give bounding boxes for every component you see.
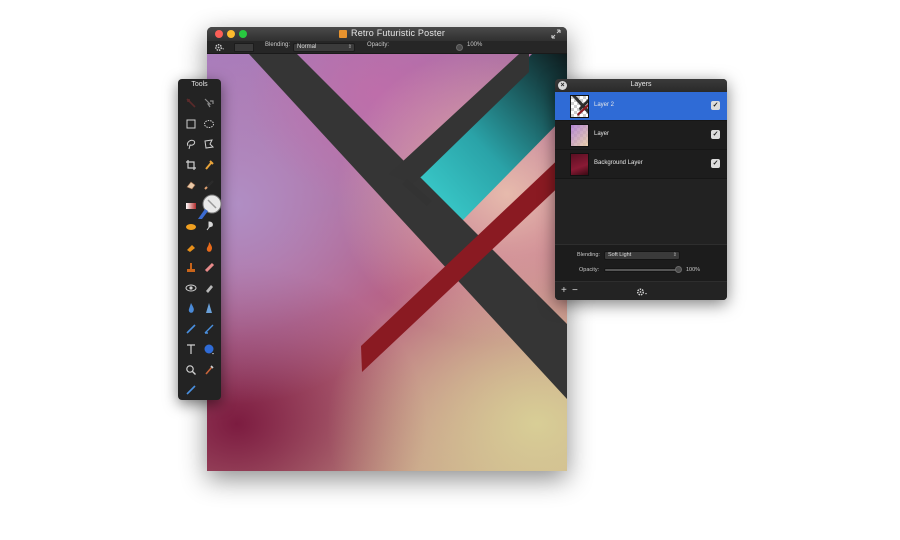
tools-panel: Tools [178,79,221,400]
pen-icon[interactable] [203,322,215,334]
arrange-icon[interactable] [203,96,215,108]
hand-icon-glyph [205,364,214,375]
layer-opacity-label: Opacity: [579,267,600,273]
select-arrows-icon: ⇕ [347,44,352,50]
layer-blending-select[interactable]: Soft Light ⇕ [604,251,680,260]
layer-opacity-knob[interactable] [675,266,682,273]
burn-icon-glyph [206,241,213,252]
shape-icon-glyph [204,344,214,355]
eyedropper-icon[interactable] [203,158,215,170]
zoom-icon-glyph [186,364,196,375]
visibility-checkbox[interactable]: ✓ [711,159,720,168]
rectangle-select-icon-glyph [186,119,196,128]
sponge-icon-glyph [206,303,212,313]
text-icon[interactable] [185,342,197,354]
paint-bucket-icon-glyph [187,244,195,252]
blending-label: Blending: [265,42,291,48]
remove-layer-button[interactable]: − [572,286,578,296]
layer-name: Layer [594,131,610,137]
title-bar[interactable]: Retro Futuristic Poster [207,27,567,41]
heal-icon-glyph [204,262,215,273]
opacity-label: Opacity: [367,42,390,48]
tool-options-bar: Blending: Normal ⇕ Opacity: 100% [207,41,567,54]
eyedropper-icon-glyph [205,159,214,170]
layers-panel: × Layers Layer 2 ✓ Layer ✓ Background La… [555,79,727,300]
layer-row[interactable]: Layer ✓ [555,121,727,150]
crop-icon[interactable] [185,158,197,170]
zoom-window-button[interactable] [239,30,247,38]
line-icon-glyph [186,323,196,334]
arrange-icon-glyph [204,98,214,108]
blending-select-value: Normal [297,44,317,50]
clone-stamp-icon[interactable] [185,260,197,272]
visibility-checkbox[interactable]: ✓ [711,101,720,110]
layer-opacity-slider[interactable] [604,268,681,272]
add-layer-button[interactable]: + [561,286,567,296]
brush-cursor-icon [198,194,222,219]
line-icon[interactable] [185,322,197,334]
layer-properties: Blending: Soft Light ⇕ Opacity: 100% [555,244,727,281]
layers-list-empty-area [555,179,727,244]
ellipse-select-icon-glyph [204,119,214,128]
layer-opacity-value: 100% [686,267,701,273]
lasso-select-icon-glyph [187,139,196,150]
document-icon [339,30,347,38]
layer-thumbnail [570,153,589,176]
burn-icon[interactable] [203,240,215,252]
sponge-icon[interactable] [203,301,215,313]
gear-icon[interactable] [214,42,225,53]
ellipse-select-icon[interactable] [203,117,215,129]
blending-select[interactable]: Normal ⇕ [293,43,355,52]
polygon-lasso-icon-glyph [204,139,215,149]
select-arrows-icon: ⇕ [672,252,677,258]
layer-settings-gear-icon[interactable] [636,287,648,297]
zoom-icon[interactable] [185,363,197,375]
heal-icon[interactable] [203,260,215,273]
artwork [249,54,567,399]
hand-icon[interactable] [203,363,215,375]
layers-footer: + − [555,281,727,300]
move-icon[interactable] [185,96,197,108]
rectangle-select-icon[interactable] [185,117,197,129]
layer-thumbnail [570,95,589,118]
lasso-select-icon[interactable] [185,137,197,150]
opacity-value: 100% [467,42,483,48]
layer-blending-value: Soft Light [608,252,632,258]
tools-title: Tools [191,81,208,88]
layers-header[interactable]: × Layers [555,79,727,92]
paint-bucket-icon[interactable] [185,240,197,252]
layer-row[interactable]: Background Layer ✓ [555,150,727,179]
canvas[interactable] [207,54,567,471]
pen-icon-glyph [204,324,214,334]
document-window: Retro Futuristic Poster Blending: Normal… [207,27,567,471]
red-eye-icon[interactable] [185,281,197,293]
blur-icon-glyph [188,303,194,313]
layer-thumbnail [570,124,589,147]
visibility-checkbox[interactable]: ✓ [711,130,720,139]
color-swatch-field[interactable] [234,43,254,52]
red-eye-icon-glyph [185,284,197,291]
blur-icon[interactable] [185,301,197,313]
minimize-window-button[interactable] [227,30,235,38]
layer-row[interactable]: Layer 2 ✓ [555,92,727,121]
layer-blending-label: Blending: [577,252,600,258]
opacity-knob[interactable] [456,44,463,51]
layers-title: Layers [630,81,652,88]
text-icon-glyph [187,344,195,354]
patch-icon-glyph [206,284,213,293]
opacity-slider-fill [605,269,680,271]
layer-name: Layer 2 [594,102,615,108]
patch-icon[interactable] [203,281,215,293]
shape-icon[interactable] [203,342,215,355]
document-title: Retro Futuristic Poster [351,28,446,38]
polygon-lasso-icon[interactable] [203,137,215,149]
layer-name: Background Layer [594,160,643,166]
fullscreen-icon[interactable] [551,29,561,39]
crop-icon-glyph [186,159,196,170]
close-window-button[interactable] [215,30,223,38]
color-picker-icon[interactable] [185,383,197,395]
clone-stamp-icon-glyph [187,263,195,272]
color-picker-icon-glyph [186,385,196,395]
move-icon-glyph [186,98,196,108]
